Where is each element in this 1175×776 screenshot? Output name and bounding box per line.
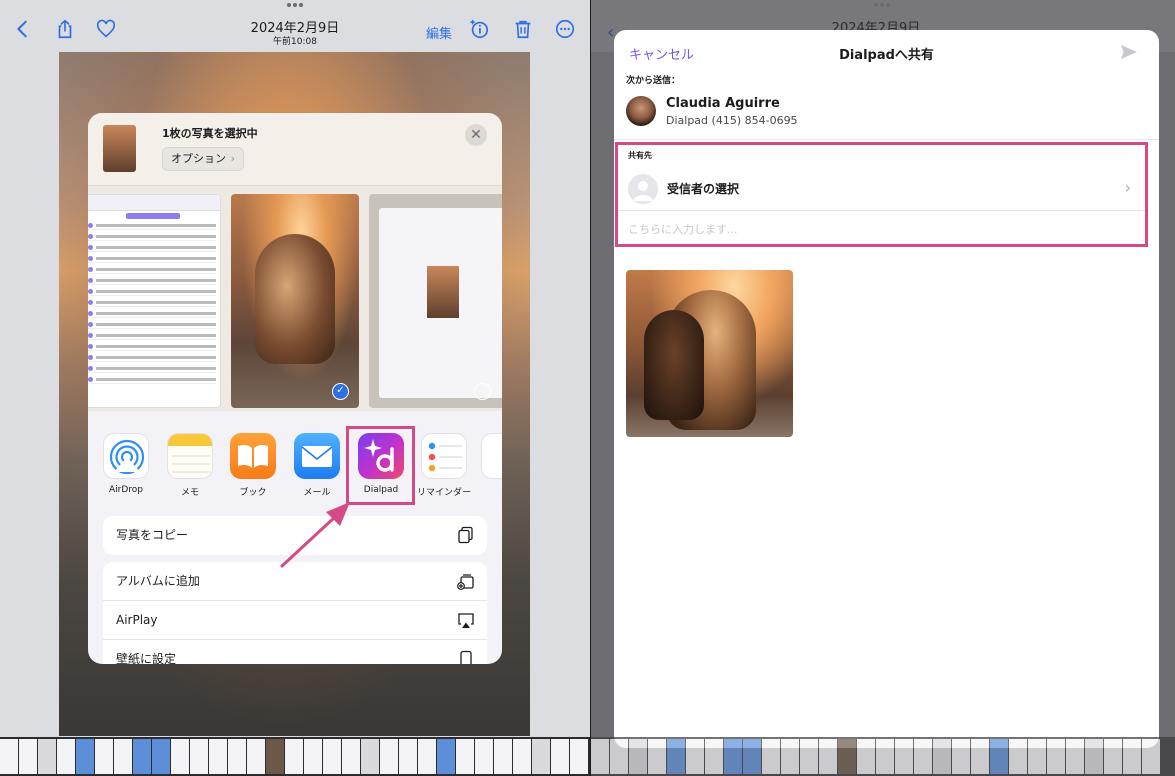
share-to-highlight-annotation: 共有先 受信者の選択 › こちらに入力します... xyxy=(615,142,1148,247)
recipient-placeholder: 受信者の選択 xyxy=(667,182,740,196)
sender-avatar xyxy=(626,96,656,126)
app-more[interactable] xyxy=(474,433,502,479)
message-input[interactable]: こちらに入力します... xyxy=(628,221,738,237)
preview-selected-photo[interactable]: ✓ xyxy=(231,194,359,408)
share-sheet-title: 1枚の写真を選択中 xyxy=(162,127,258,140)
action-set-wallpaper[interactable]: 壁紙に設定 xyxy=(103,640,487,664)
dialpad-share-pane: ‹ 2024年2月9日 Dialpadへ共有 キャンセル 次から送信： Clau… xyxy=(591,0,1175,776)
app-label: リマインダー xyxy=(416,488,471,498)
share-sheet: 1枚の写真を選択中 オプション › ✕ ✓ AirDrop メモ ブック メール… xyxy=(88,113,502,664)
selected-photo-thumbnail xyxy=(103,125,136,172)
info-sparkle-icon[interactable] xyxy=(466,18,492,44)
cancel-button[interactable]: キャンセル xyxy=(629,44,694,63)
dialpad-share-sheet: Dialpadへ共有 キャンセル 次から送信： Claudia Aguirre … xyxy=(614,30,1159,748)
app-books[interactable]: ブック xyxy=(223,433,283,498)
books-icon xyxy=(230,433,276,479)
more-ellipsis-icon[interactable] xyxy=(552,18,578,44)
photo-thumbnail-strip[interactable] xyxy=(0,737,590,776)
multitasking-grabber[interactable] xyxy=(874,3,890,7)
app-notes[interactable]: メモ xyxy=(160,433,220,498)
wallpaper-icon xyxy=(460,650,472,664)
more-apps-icon xyxy=(481,433,502,479)
checkmark-icon: ✓ xyxy=(332,383,349,400)
photo-thumbnail-strip xyxy=(591,737,1175,776)
shared-photo-preview xyxy=(626,270,793,437)
app-airdrop[interactable]: AirDrop xyxy=(96,433,156,495)
options-button[interactable]: オプション › xyxy=(162,147,244,171)
back-icon[interactable] xyxy=(10,18,36,44)
app-mail[interactable]: メール xyxy=(287,433,347,498)
share-sheet-header: 1枚の写真を選択中 オプション › ✕ xyxy=(88,113,502,186)
sender-name: Claudia Aguirre xyxy=(666,96,780,111)
send-icon[interactable] xyxy=(1119,42,1139,62)
close-button[interactable]: ✕ xyxy=(465,124,487,146)
share-to-label: 共有先 xyxy=(628,151,652,160)
airplay-icon xyxy=(458,613,474,628)
photo-time: 午前10:08 xyxy=(273,37,317,47)
copy-icon xyxy=(458,526,473,544)
preview-screenshot-left[interactable] xyxy=(88,194,221,408)
album-add-icon xyxy=(457,574,474,590)
airdrop-icon xyxy=(103,433,149,479)
reminders-icon xyxy=(421,433,467,479)
app-reminders[interactable]: リマインダー xyxy=(414,433,474,498)
send-from-label: 次から送信： xyxy=(626,76,681,86)
action-airplay[interactable]: AirPlay xyxy=(103,601,487,640)
unselected-circle-icon xyxy=(474,383,491,400)
edit-button[interactable]: 編集 xyxy=(426,23,452,42)
trash-icon[interactable] xyxy=(510,18,536,44)
action-label: 壁紙に設定 xyxy=(116,652,177,664)
options-label: オプション xyxy=(171,152,226,165)
preview-carousel[interactable]: ✓ xyxy=(88,186,502,411)
person-placeholder-icon xyxy=(628,174,658,204)
share-icon[interactable] xyxy=(52,18,78,44)
photos-share-pane: 2024年2月9日 午前10:08 編集 1枚の写真を選択中 オプション › ✕ xyxy=(0,0,590,776)
app-label: AirDrop xyxy=(108,485,143,495)
preview-screenshot-right[interactable] xyxy=(369,194,502,408)
recipient-selector[interactable]: 受信者の選択 › xyxy=(618,167,1145,211)
share-title: Dialpadへ共有 xyxy=(839,48,934,63)
chevron-right-icon: › xyxy=(1124,178,1131,197)
action-label: アルバムに追加 xyxy=(116,574,200,588)
action-label: 写真をコピー xyxy=(116,528,189,542)
favorite-heart-icon[interactable] xyxy=(93,18,119,44)
divider xyxy=(614,139,1159,140)
action-label: AirPlay xyxy=(116,613,158,627)
photo-toolbar: 2024年2月9日 午前10:08 編集 xyxy=(0,0,590,52)
chevron-right-icon: › xyxy=(230,152,235,165)
app-label: メモ xyxy=(180,488,199,498)
sender-number: Dialpad (415) 854-0695 xyxy=(666,114,798,127)
annotation-arrow-icon xyxy=(280,502,350,568)
mail-icon xyxy=(294,433,340,479)
notes-icon xyxy=(167,433,213,479)
